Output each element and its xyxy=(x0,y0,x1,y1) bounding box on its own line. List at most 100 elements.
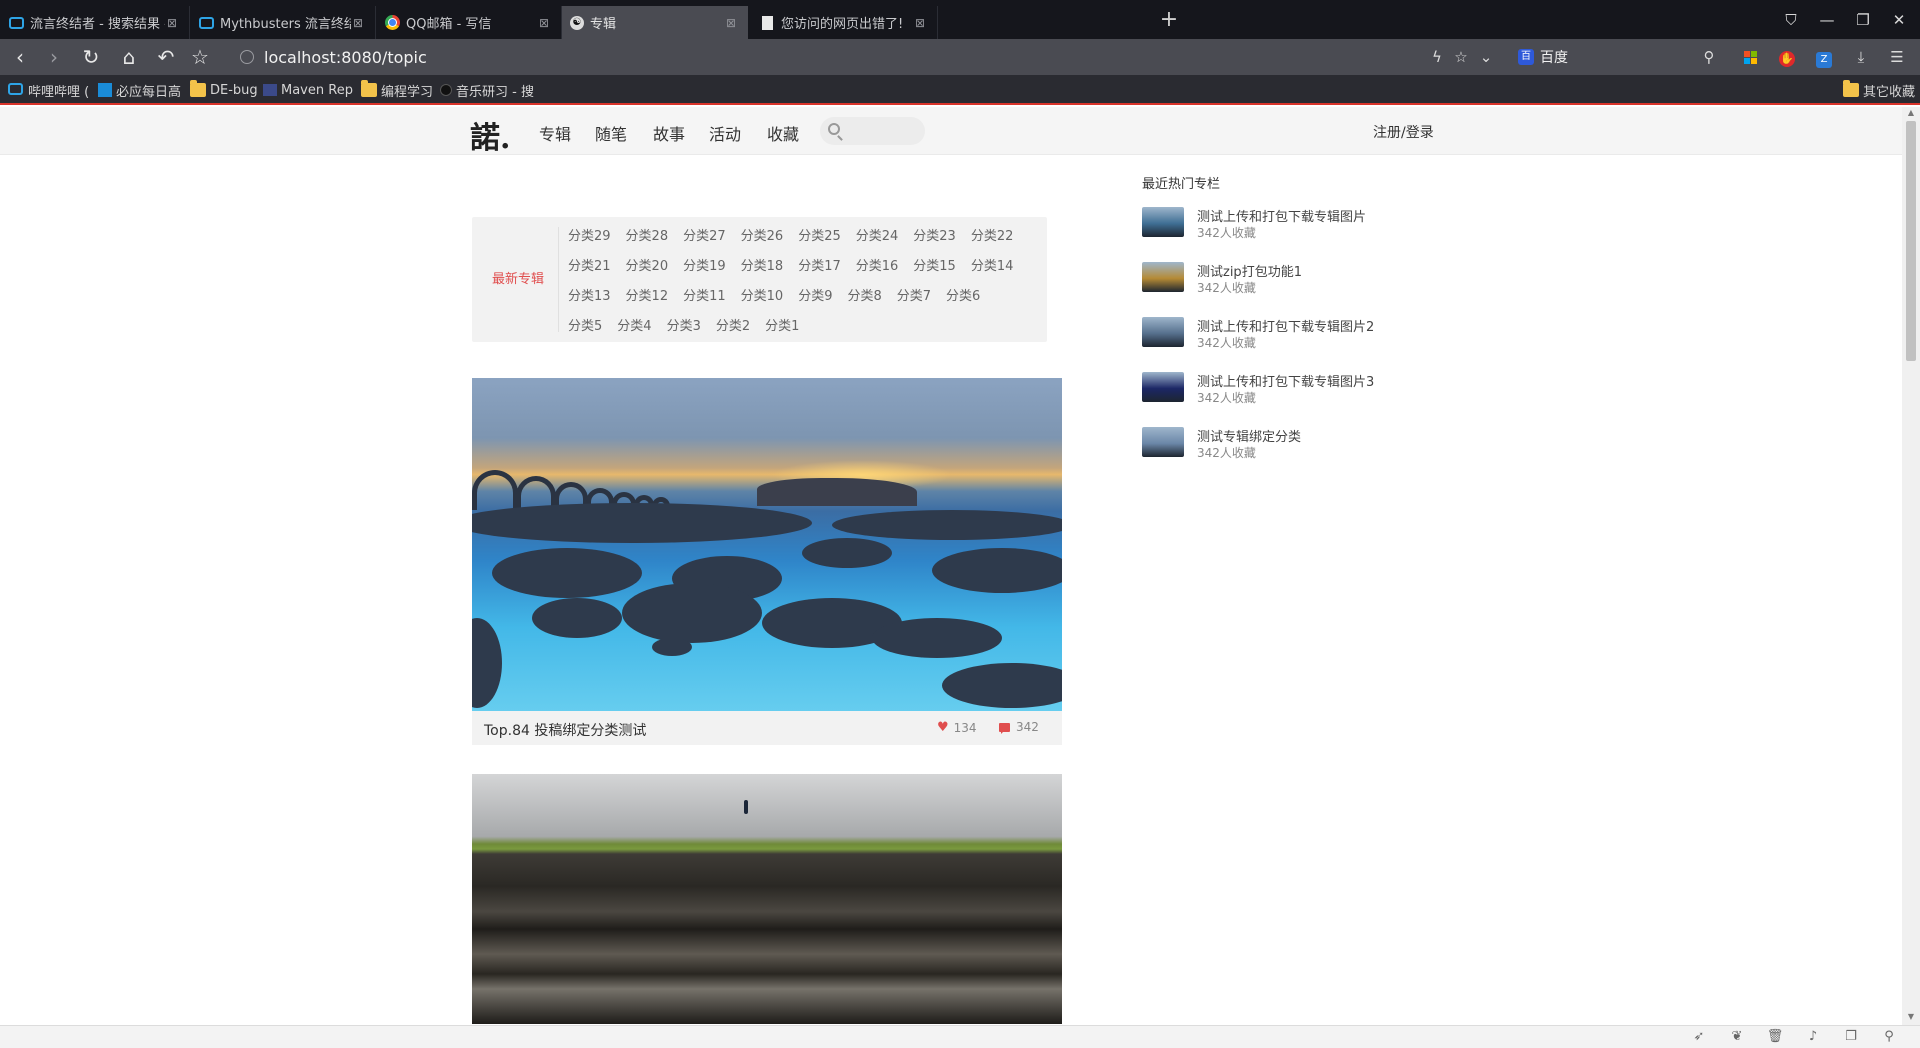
hot-column-thumbnail[interactable] xyxy=(1142,262,1184,292)
bookmark-programming[interactable]: 编程学习 xyxy=(361,80,433,100)
category-link[interactable]: 分类13 xyxy=(568,287,611,306)
bookmark-bing[interactable]: 必应每日高 xyxy=(98,80,181,100)
nav-item-albums[interactable]: 专辑 xyxy=(539,121,571,145)
category-link[interactable]: 分类17 xyxy=(798,257,841,276)
search-icon[interactable]: ⚲ xyxy=(1699,48,1719,66)
bookmark-debug[interactable]: DE-bug xyxy=(190,80,258,100)
restore-button[interactable]: ❐ xyxy=(1848,6,1878,34)
nav-item-events[interactable]: 活动 xyxy=(709,121,741,145)
forward-button[interactable]: › xyxy=(40,43,68,71)
close-icon[interactable]: ⊠ xyxy=(351,16,365,30)
category-link[interactable]: 分类25 xyxy=(798,227,841,246)
category-link[interactable]: 分类14 xyxy=(971,257,1014,276)
search-input[interactable] xyxy=(820,117,925,145)
lightning-icon[interactable]: ϟ xyxy=(1427,48,1447,66)
new-tab-button[interactable]: + xyxy=(1156,8,1182,34)
scroll-up-icon[interactable]: ▲ xyxy=(1906,109,1916,117)
tab-3-active[interactable]: ☯ 专辑 ⊠ xyxy=(562,6,748,39)
close-icon[interactable]: ⊠ xyxy=(913,16,927,30)
category-link[interactable]: 分类3 xyxy=(667,317,701,336)
post-card[interactable]: Top.84 投稿绑定分类测试 ♥ 134 342 xyxy=(472,378,1062,745)
close-icon[interactable]: ⊠ xyxy=(724,16,738,30)
category-link[interactable]: 分类7 xyxy=(897,287,931,306)
leaf-icon[interactable]: ❦ xyxy=(1728,1029,1746,1045)
hot-column-item[interactable]: 测试上传和打包下载专辑图片2 342人收藏 xyxy=(1142,313,1462,368)
url-text[interactable]: localhost:8080/topic xyxy=(264,48,427,67)
login-register-link[interactable]: 注册/登录 xyxy=(1373,122,1434,142)
page-scrollbar[interactable]: ▲ ▼ xyxy=(1902,107,1920,1025)
post-card[interactable] xyxy=(472,774,1062,1024)
chevron-down-icon[interactable]: ⌄ xyxy=(1476,48,1496,66)
category-link[interactable]: 分类5 xyxy=(568,317,602,336)
post-image[interactable] xyxy=(472,378,1062,711)
hot-column-thumbnail[interactable] xyxy=(1142,372,1184,402)
category-link[interactable]: 分类22 xyxy=(971,227,1014,246)
close-icon[interactable]: ⊠ xyxy=(165,16,179,30)
category-link[interactable]: 分类1 xyxy=(765,317,799,336)
post-image[interactable] xyxy=(472,774,1062,1024)
hot-column-item[interactable]: 测试zip打包功能1 342人收藏 xyxy=(1142,258,1462,313)
home-button[interactable]: ⌂ xyxy=(115,43,143,71)
tab-4[interactable]: 您访问的网页出错了! ⊠ xyxy=(752,6,938,39)
comment-count[interactable]: 342 xyxy=(999,720,1039,734)
hot-column-thumbnail[interactable] xyxy=(1142,207,1184,237)
tab-2[interactable]: QQ邮箱 - 写信 ⊠ xyxy=(376,6,562,39)
skin-button[interactable]: ⛉ xyxy=(1776,6,1806,34)
category-link[interactable]: 分类9 xyxy=(798,287,832,306)
close-icon[interactable]: ⊠ xyxy=(537,16,551,30)
category-link[interactable]: 分类6 xyxy=(946,287,980,306)
window-icon[interactable]: ❐ xyxy=(1842,1029,1860,1045)
nav-item-favorites[interactable]: 收藏 xyxy=(767,121,799,145)
tab-0[interactable]: 流言终结者 - 搜索结果 - 哔哩哔 ⊠ xyxy=(0,6,190,39)
search-engine-selector[interactable]: 百 百度 xyxy=(1518,43,1568,71)
nav-item-essays[interactable]: 随笔 xyxy=(595,121,627,145)
hot-column-item[interactable]: 测试上传和打包下载专辑图片3 342人收藏 xyxy=(1142,368,1462,423)
speaker-icon[interactable]: ♪ xyxy=(1804,1029,1822,1045)
undo-close-button[interactable]: ↶ xyxy=(152,43,180,71)
category-link[interactable]: 分类2 xyxy=(716,317,750,336)
hot-column-item[interactable]: 测试上传和打包下载专辑图片 342人收藏 xyxy=(1142,203,1462,258)
download-icon[interactable]: ⤓ xyxy=(1851,48,1871,66)
close-window-button[interactable]: ✕ xyxy=(1884,6,1914,34)
bookmark-other[interactable]: 其它收藏 xyxy=(1843,80,1915,100)
category-link[interactable]: 分类19 xyxy=(683,257,726,276)
scroll-down-icon[interactable]: ▼ xyxy=(1906,1013,1916,1021)
reload-button[interactable]: ↻ xyxy=(77,43,105,71)
menu-icon[interactable]: ☰ xyxy=(1887,48,1907,66)
hot-column-thumbnail[interactable] xyxy=(1142,317,1184,347)
category-link[interactable]: 分类11 xyxy=(683,287,726,306)
category-link[interactable]: 分类8 xyxy=(847,287,881,306)
scroll-thumb[interactable] xyxy=(1906,121,1916,361)
category-link[interactable]: 分类29 xyxy=(568,227,611,246)
bookmark-music[interactable]: 音乐研习 - 搜 xyxy=(440,80,534,100)
apps-grid-icon[interactable] xyxy=(1740,48,1760,66)
tab-1[interactable]: Mythbusters 流言终结者高清系 ⊠ xyxy=(190,6,376,39)
hot-column-item[interactable]: 测试专辑绑定分类 342人收藏 xyxy=(1142,423,1462,478)
category-link[interactable]: 分类4 xyxy=(617,317,651,336)
bookmark-maven[interactable]: Maven Rep xyxy=(263,80,353,100)
translate-icon[interactable]: Z xyxy=(1814,48,1834,68)
trash-icon[interactable]: 🗑︎ xyxy=(1766,1029,1784,1045)
category-link[interactable]: 分类20 xyxy=(626,257,669,276)
hot-column-name[interactable]: 测试上传和打包下载专辑图片3 xyxy=(1197,371,1374,390)
post-title[interactable]: Top.84 投稿绑定分类测试 xyxy=(484,720,646,740)
like-count[interactable]: ♥ 134 xyxy=(937,720,977,735)
category-link[interactable]: 分类16 xyxy=(856,257,899,276)
site-logo[interactable]: 諾. xyxy=(470,113,510,157)
category-link[interactable]: 分类23 xyxy=(913,227,956,246)
category-link[interactable]: 分类10 xyxy=(741,287,784,306)
hot-column-name[interactable]: 测试专辑绑定分类 xyxy=(1197,426,1301,445)
category-link[interactable]: 分类24 xyxy=(856,227,899,246)
hot-column-thumbnail[interactable] xyxy=(1142,427,1184,457)
url-bar[interactable]: localhost:8080/topic xyxy=(240,43,1460,71)
category-link[interactable]: 分类26 xyxy=(741,227,784,246)
latest-albums-label[interactable]: 最新专辑 xyxy=(492,217,562,342)
bookmark-bilibili[interactable]: 哔哩哔哩 ( xyxy=(8,80,89,100)
search-icon[interactable]: ⚲ xyxy=(1880,1029,1898,1045)
site-info-icon[interactable] xyxy=(240,50,254,64)
minimize-button[interactable]: — xyxy=(1812,6,1842,34)
category-link[interactable]: 分类28 xyxy=(626,227,669,246)
hot-column-name[interactable]: 测试zip打包功能1 xyxy=(1197,261,1302,280)
category-link[interactable]: 分类21 xyxy=(568,257,611,276)
back-button[interactable]: ‹ xyxy=(6,43,34,71)
